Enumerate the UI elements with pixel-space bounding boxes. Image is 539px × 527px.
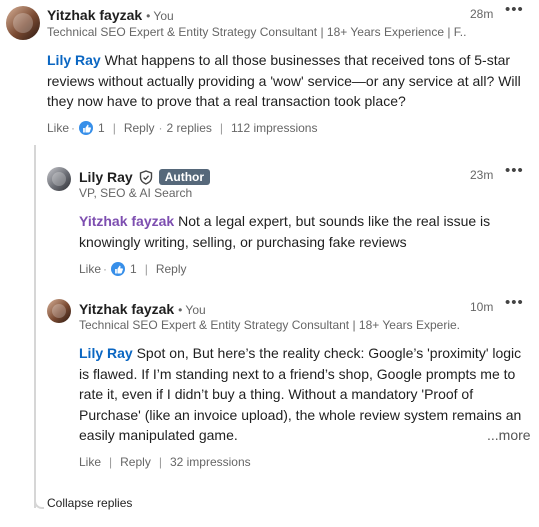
reply-button[interactable]: Reply: [124, 121, 155, 135]
comment-body: What happens to all those businesses tha…: [47, 52, 521, 109]
reply-button[interactable]: Reply: [156, 262, 187, 276]
reaction-count[interactable]: 1: [130, 262, 137, 276]
like-button[interactable]: Like: [47, 121, 69, 135]
reaction-count[interactable]: 1: [98, 121, 105, 135]
dot-separator: ·: [71, 121, 76, 135]
mention-link[interactable]: Lily Ray: [47, 52, 101, 68]
separator: |: [219, 121, 223, 135]
author-headline: Technical SEO Expert & Entity Strategy C…: [47, 25, 467, 39]
reply-body: Spot on, But here’s the reality check: G…: [79, 345, 522, 443]
like-button[interactable]: Like: [79, 455, 101, 469]
author-headline: VP, SEO & AI Search: [79, 186, 193, 200]
reply-actions: Like · 1 | Reply: [79, 262, 187, 276]
comment-actions: Like · 1 | Reply · 2 replies | 112 impre…: [47, 121, 317, 135]
author-name[interactable]: Yitzhak fayzak: [79, 301, 174, 317]
avatar[interactable]: [6, 6, 40, 40]
see-more-button[interactable]: ...more: [481, 425, 531, 446]
verified-shield-icon: [139, 169, 153, 185]
author-headline: Technical SEO Expert & Entity Strategy C…: [79, 318, 459, 332]
collapse-replies-button[interactable]: Collapse replies: [47, 496, 132, 510]
author-name[interactable]: Lily Ray: [79, 169, 133, 185]
avatar-face: [51, 303, 67, 319]
mention-link[interactable]: Lily Ray: [79, 345, 133, 361]
reply-actions: Like | Reply | 32 impressions: [79, 455, 251, 469]
more-options-icon[interactable]: •••: [505, 163, 524, 178]
author-name[interactable]: Yitzhak fayzak: [47, 7, 142, 23]
comment-author-name[interactable]: Yitzhak fayzak • You: [47, 7, 174, 23]
author-badge: Author: [158, 169, 211, 185]
avatar-face: [12, 12, 34, 34]
impressions-link[interactable]: 112 impressions: [231, 121, 317, 135]
separator: |: [144, 262, 148, 276]
replies-count[interactable]: 2 replies: [167, 121, 212, 135]
reply-author-name[interactable]: Yitzhak fayzak • You: [79, 301, 206, 317]
dot-separator: ·: [103, 262, 108, 276]
more-options-icon[interactable]: •••: [505, 295, 524, 310]
comment-text: Lily Ray What happens to all those busin…: [47, 50, 527, 112]
avatar[interactable]: [47, 299, 71, 323]
dot-separator: ·: [158, 121, 163, 135]
like-button[interactable]: Like: [79, 262, 101, 276]
thumbs-up-icon: [111, 262, 126, 276]
reply-author-name[interactable]: Lily Ray Author: [79, 169, 211, 185]
avatar-face: [51, 171, 67, 187]
you-label: • You: [178, 303, 206, 317]
separator: |: [109, 455, 113, 469]
thumbs-up-icon: [79, 121, 94, 135]
avatar[interactable]: [47, 167, 71, 191]
separator: |: [112, 121, 116, 135]
separator: |: [158, 455, 162, 469]
reply-text: Lily Ray Spot on, But here’s the reality…: [79, 343, 527, 445]
comment-time: 28m: [470, 7, 494, 21]
you-label: • You: [146, 9, 174, 23]
more-options-icon[interactable]: •••: [505, 2, 524, 17]
thread-line: [34, 145, 36, 508]
reply-button[interactable]: Reply: [120, 455, 151, 469]
mention-link[interactable]: Yitzhak fayzak: [79, 213, 174, 229]
reply-time: 10m: [470, 300, 494, 314]
reply-time: 23m: [470, 168, 494, 182]
impressions-link[interactable]: 32 impressions: [170, 455, 251, 469]
reply-text: Yitzhak fayzak Not a legal expert, but s…: [79, 211, 519, 252]
